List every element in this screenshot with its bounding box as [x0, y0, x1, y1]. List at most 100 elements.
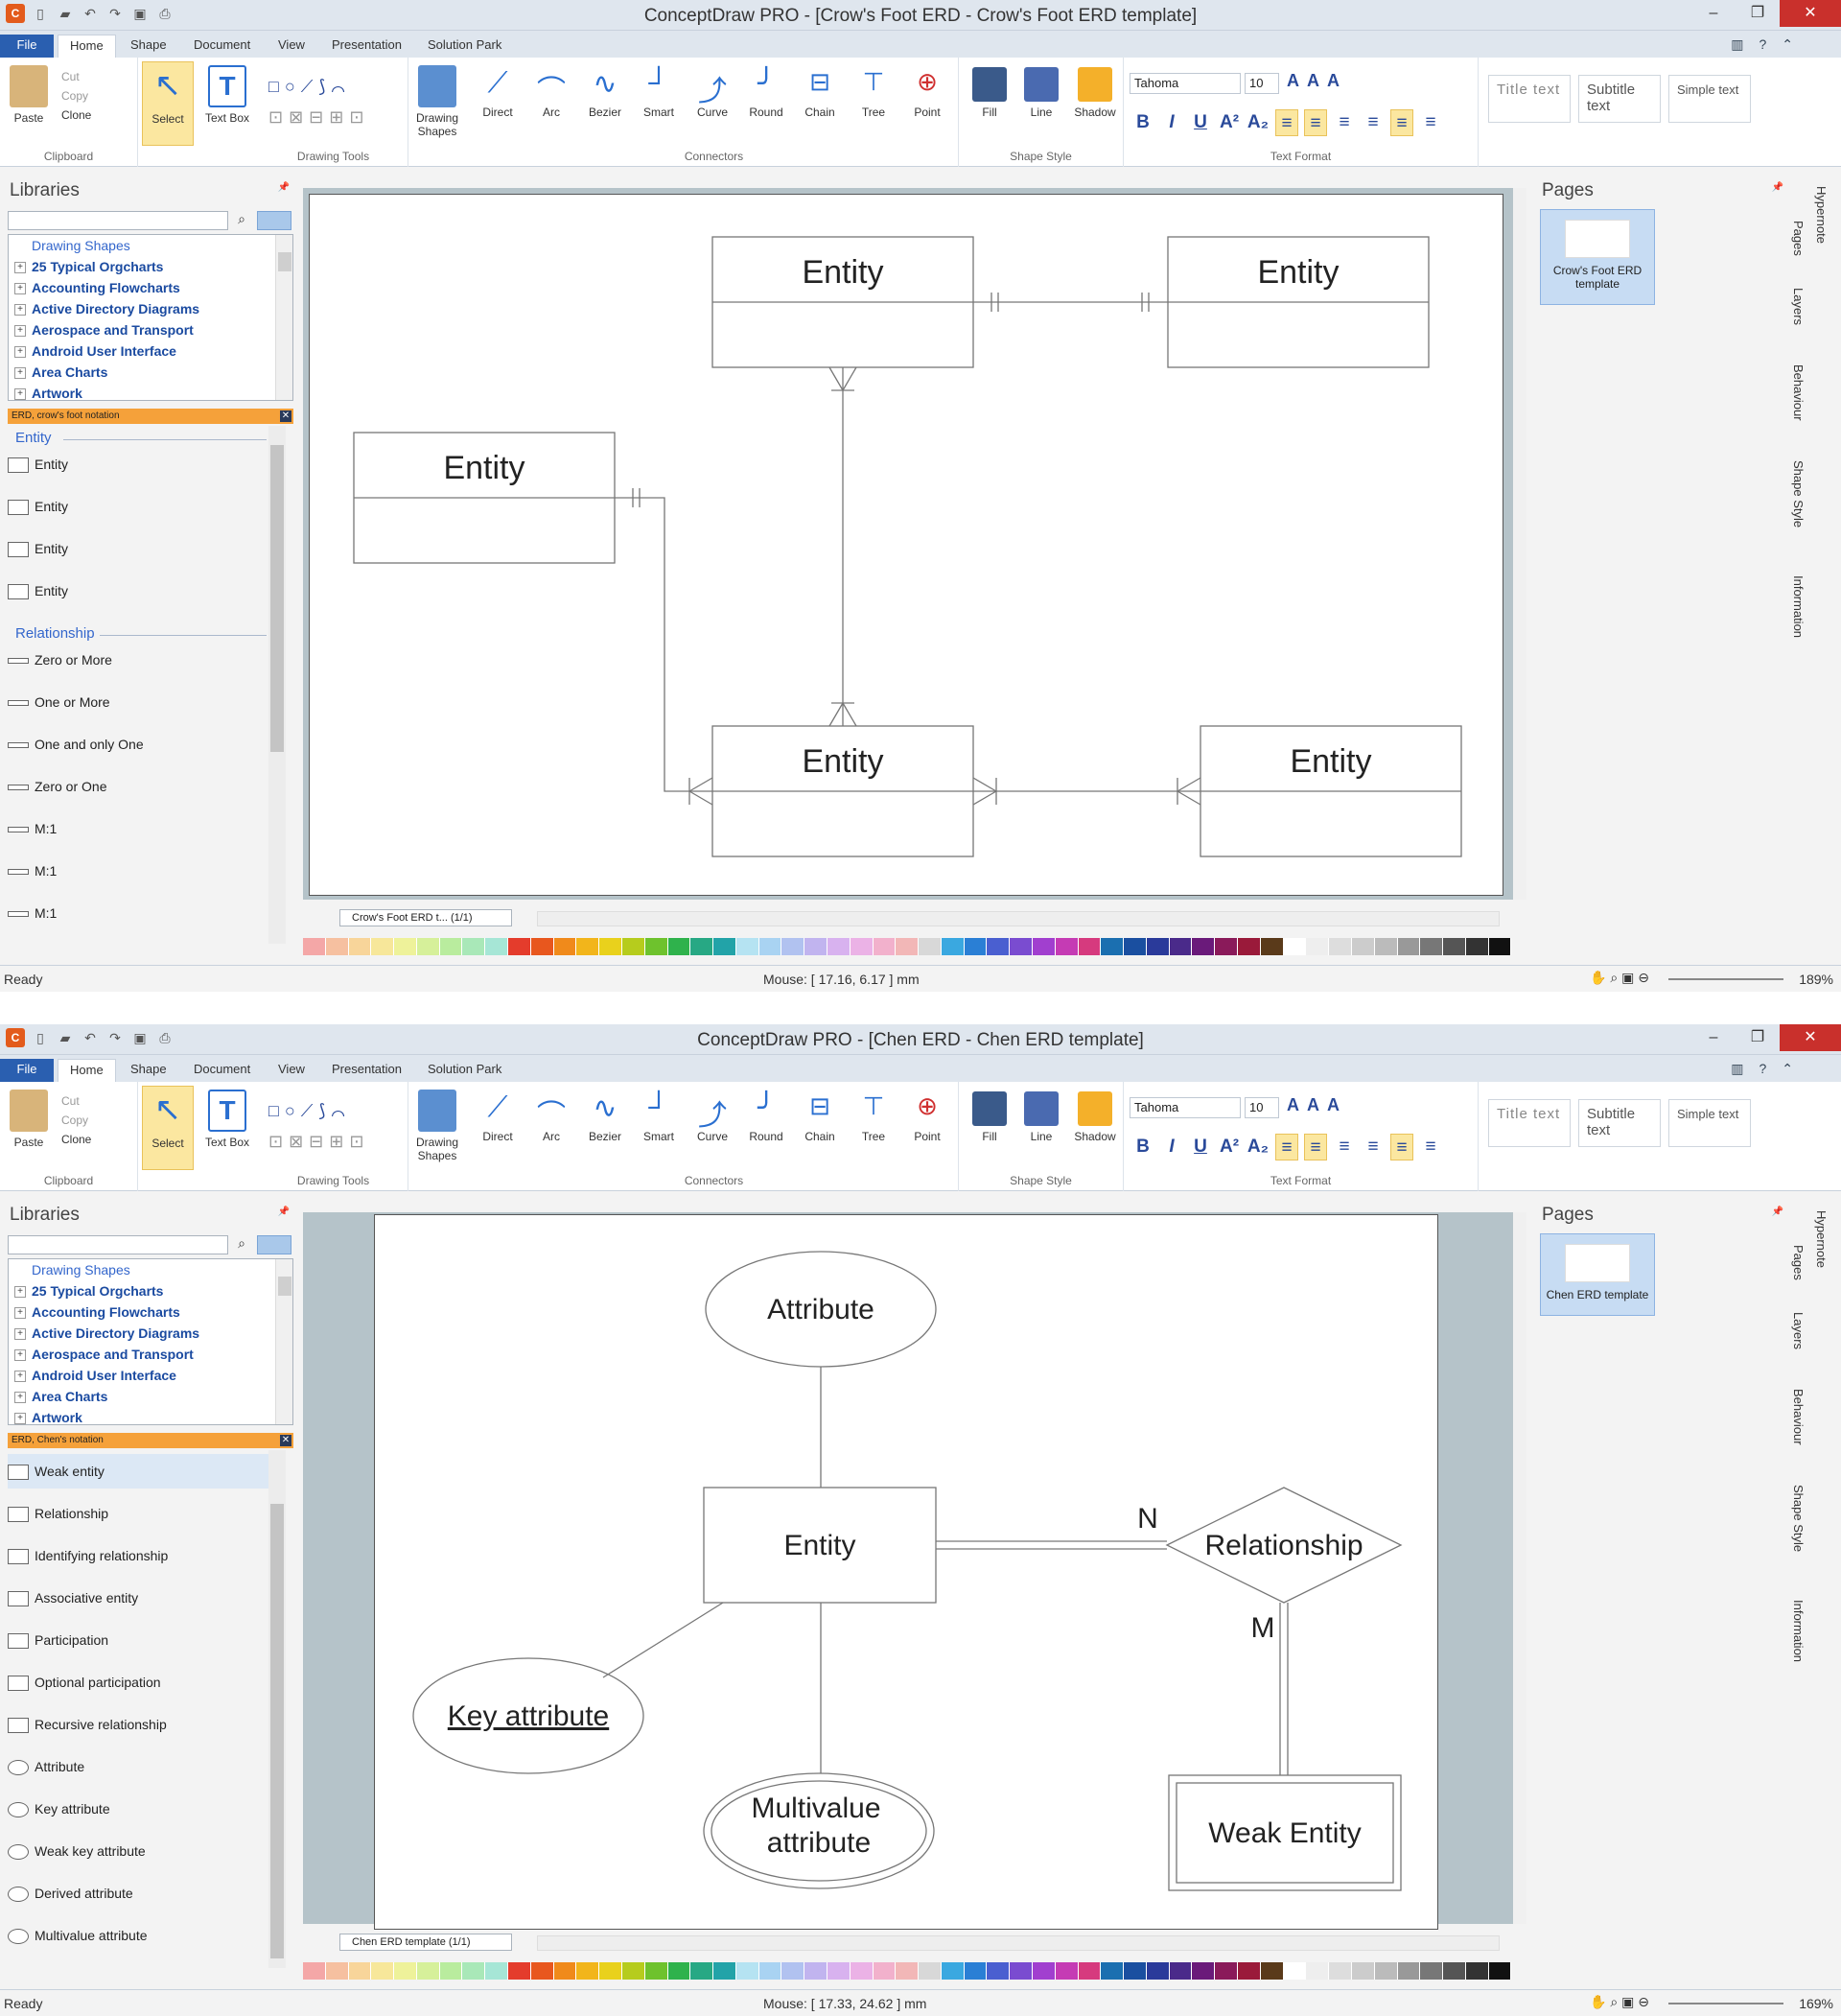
chain-button[interactable]: ⊟ Chain [796, 1091, 844, 1143]
expand-icon[interactable]: + [14, 262, 26, 274]
minimize-icon[interactable]: – [1691, 1024, 1736, 1051]
expand-icon[interactable]: + [14, 1392, 26, 1404]
palette-swatch[interactable] [644, 938, 668, 955]
edit-tools-icons[interactable]: ⊡⊠⊟⊞⊡ [268, 107, 369, 128]
tab-hypernote[interactable]: Hypernote [1814, 186, 1829, 244]
palette-swatch[interactable] [1283, 1962, 1307, 1980]
palette-swatch[interactable] [850, 938, 874, 955]
palette-swatch[interactable] [1465, 938, 1489, 955]
shape-zero-or-one[interactable]: Zero or One [8, 769, 272, 804]
font-size-grow-shrink-icons[interactable]: AAA [1287, 1095, 1347, 1115]
curve-connector-button[interactable]: ⤴ Curve [688, 67, 736, 119]
close-icon[interactable]: ✕ [1780, 0, 1841, 27]
cut-button[interactable]: Cut [61, 1091, 91, 1111]
line-button[interactable]: Line [1018, 1091, 1064, 1143]
canvas-vertical-scrollbar[interactable] [1513, 188, 1526, 900]
expand-icon[interactable]: + [14, 346, 26, 359]
library-item[interactable]: + Aerospace and Transport [14, 1344, 194, 1365]
palette-swatch[interactable] [1260, 938, 1284, 955]
palette-swatch[interactable] [1374, 938, 1398, 955]
italic-icon[interactable]: I [1160, 1134, 1183, 1160]
shape-weak-key-attribute[interactable]: Weak key attribute [8, 1834, 272, 1868]
palette-swatch[interactable] [462, 938, 486, 955]
expand-icon[interactable]: + [14, 283, 26, 295]
font-family-select[interactable]: Tahoma [1130, 73, 1241, 94]
palette-swatch[interactable] [508, 938, 531, 955]
shadow-button[interactable]: Shadow [1070, 1091, 1120, 1143]
ribbon-collapse-icon[interactable]: ⌃ [1782, 1061, 1793, 1077]
palette-swatch[interactable] [325, 938, 349, 955]
subtitle-text-style[interactable]: Subtitle text [1578, 75, 1661, 123]
smart-connector-button[interactable]: ┘ Smart [635, 67, 683, 119]
palette-swatch[interactable] [1238, 1962, 1261, 1980]
library-item[interactable]: + Area Charts [14, 362, 107, 383]
drawing-shapes-button[interactable]: Drawing Shapes [410, 1090, 464, 1162]
direct-connector-button[interactable]: ⟋ Direct [474, 67, 522, 119]
library-tree-scrollbar[interactable] [275, 1259, 292, 1424]
palette-swatch[interactable] [462, 1962, 486, 1980]
palette-swatch[interactable] [1329, 1962, 1352, 1980]
library-item[interactable]: + Accounting Flowcharts [14, 277, 180, 298]
shape-entity[interactable]: Entity [8, 574, 272, 608]
palette-swatch[interactable] [1488, 1962, 1512, 1980]
palette-swatch[interactable] [1260, 1962, 1284, 1980]
palette-swatch[interactable] [919, 938, 942, 955]
shape-m-1[interactable]: M:1 [8, 811, 272, 846]
tree-button[interactable]: ⊤ Tree [850, 67, 897, 119]
underline-icon[interactable]: U [1189, 1134, 1212, 1160]
palette-swatch[interactable] [1443, 1962, 1466, 1980]
align-center-icon[interactable]: ≡ [1304, 109, 1327, 136]
maximize-icon[interactable]: ❐ [1736, 1024, 1780, 1051]
palette-swatch[interactable] [1078, 938, 1102, 955]
simple-text-style[interactable]: Simple text [1668, 75, 1751, 123]
curve-connector-button[interactable]: ⤴ Curve [688, 1091, 736, 1143]
expand-icon[interactable]: + [14, 367, 26, 380]
palette-swatch[interactable] [1306, 938, 1330, 955]
text-box-button[interactable]: T Text Box [203, 65, 251, 125]
shape-entity[interactable]: Entity [8, 447, 272, 481]
palette-swatch[interactable] [599, 938, 622, 955]
align-left-icon[interactable]: ≡ [1275, 109, 1298, 136]
maximize-icon[interactable]: ❐ [1736, 0, 1780, 27]
tree-button[interactable]: ⊤ Tree [850, 1091, 897, 1143]
smart-connector-button[interactable]: ┘ Smart [635, 1091, 683, 1143]
palette-swatch[interactable] [1055, 1962, 1079, 1980]
shape-m-1[interactable]: M:1 [8, 854, 272, 888]
palette-swatch[interactable] [530, 1962, 554, 1980]
shapes-scrollbar[interactable] [268, 1450, 286, 1968]
palette-swatch[interactable] [896, 938, 920, 955]
shape-optional-participation[interactable]: Optional participation [8, 1665, 272, 1700]
subscript-icon[interactable]: A₂ [1247, 1134, 1270, 1160]
palette-swatch[interactable] [1215, 938, 1239, 955]
palette-swatch[interactable] [1374, 1962, 1398, 1980]
font-family-select[interactable]: Tahoma [1130, 1097, 1241, 1118]
pin-icon[interactable]: 📌 [278, 182, 290, 193]
tab-shape-style[interactable]: Shape Style [1791, 460, 1806, 527]
palette-swatch[interactable] [1351, 1962, 1375, 1980]
palette-swatch[interactable] [1146, 1962, 1170, 1980]
shape-entity[interactable]: Entity [8, 531, 272, 566]
direct-connector-button[interactable]: ⟋ Direct [474, 1091, 522, 1143]
clone-button[interactable]: Clone [61, 105, 91, 125]
palette-swatch[interactable] [553, 1962, 577, 1980]
font-size-select[interactable]: 10 [1245, 1097, 1279, 1118]
section-entity[interactable]: Entity [15, 430, 52, 446]
palette-swatch[interactable] [1055, 938, 1079, 955]
shape-one-and-only-one[interactable]: One and only One [8, 727, 272, 762]
fill-button[interactable]: Fill [967, 67, 1013, 119]
shape-participation[interactable]: Participation [8, 1623, 272, 1657]
palette-swatch[interactable] [644, 1962, 668, 1980]
tab-hypernote[interactable]: Hypernote [1814, 1210, 1829, 1268]
bezier-connector-button[interactable]: ∿ Bezier [581, 1091, 629, 1143]
shape-zero-or-more[interactable]: Zero or More [8, 643, 272, 677]
layout-icon[interactable]: ▥ [1731, 1061, 1743, 1077]
chain-button[interactable]: ⊟ Chain [796, 67, 844, 119]
shape-associative-entity[interactable]: Associative entity [8, 1581, 272, 1615]
palette-swatch[interactable] [621, 938, 645, 955]
zoom-slider[interactable] [1668, 2003, 1783, 2004]
palette-swatch[interactable] [987, 938, 1011, 955]
page-thumbnail[interactable]: Crow's Foot ERD template [1540, 209, 1655, 305]
shape-m-1[interactable]: M:1 [8, 896, 272, 930]
palette-swatch[interactable] [1215, 1962, 1239, 1980]
palette-swatch[interactable] [348, 938, 372, 955]
